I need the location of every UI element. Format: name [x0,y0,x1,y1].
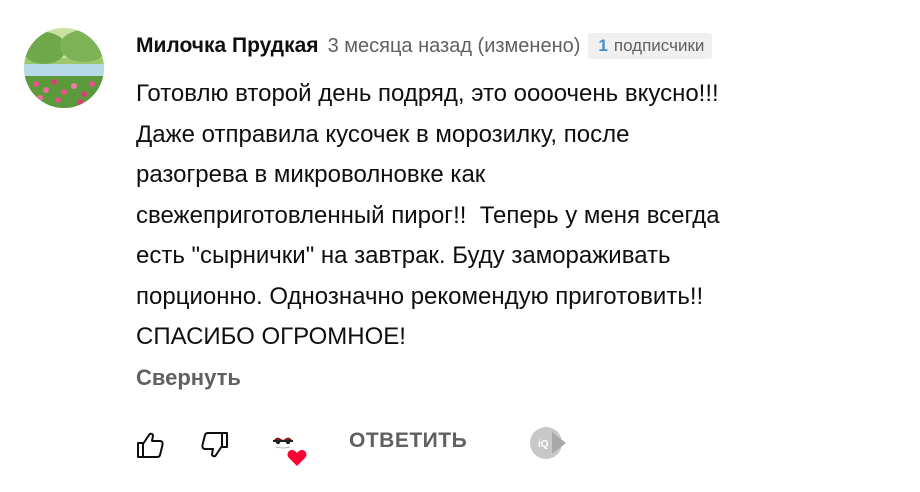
author-name[interactable]: Милочка Прудкая [136,34,319,58]
reply-button[interactable]: ОТВЕТИТЬ [349,429,467,453]
comment-timestamp[interactable]: 3 месяца назад (изменено) [328,35,581,58]
like-button[interactable] [134,430,166,460]
subscriber-count: 1 [598,36,608,55]
iq-extension-icon: iQ [530,427,566,459]
thumbs-up-icon [137,432,164,458]
creator-heart-icon [271,432,307,466]
svg-text:iQ: iQ [538,439,549,450]
subscriber-label: подписчики [613,36,705,55]
avatar-image [24,28,104,108]
collapse-button[interactable]: Свернуть [136,365,241,391]
thumbs-down-icon [201,432,228,458]
dislike-button[interactable] [199,430,231,460]
comment-text: Готовлю второй день подряд, это оооочень… [136,80,720,350]
subscriber-badge: 1 подписчики [588,33,713,59]
author-avatar[interactable] [24,28,104,108]
creator-heart [266,428,310,470]
comment-header: Милочка Прудкая 3 месяца назад (изменено… [136,32,713,60]
iq-extension-button[interactable]: iQ [528,424,568,462]
